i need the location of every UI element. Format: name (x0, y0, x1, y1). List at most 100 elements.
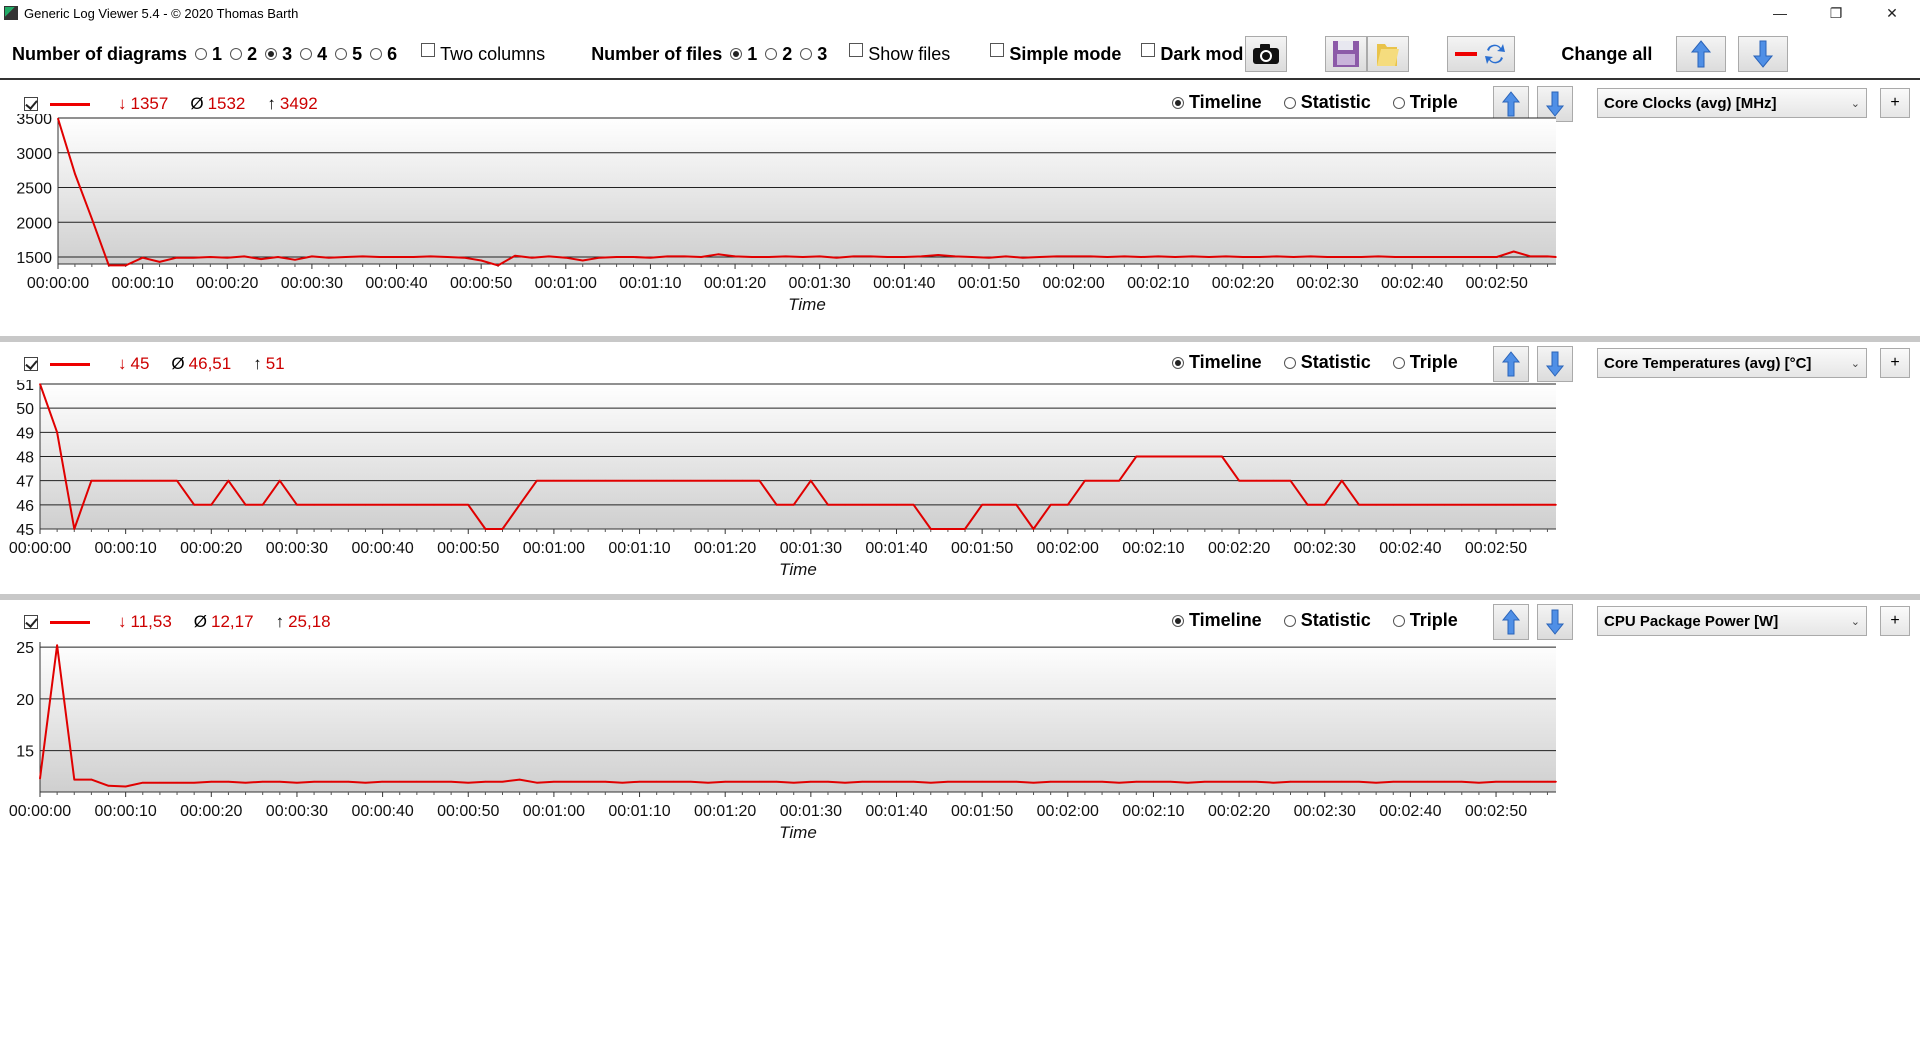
radio-label: Triple (1409, 610, 1458, 630)
x-tick-label: 00:02:20 (1212, 275, 1274, 292)
radio-dot[interactable] (1283, 96, 1296, 109)
radio-dot[interactable] (370, 48, 383, 60)
save-button[interactable] (1325, 36, 1368, 72)
data-point (741, 780, 744, 783)
restore-button[interactable]: ❐ (1808, 0, 1864, 26)
data-point (227, 780, 230, 783)
max-value: ↑ 51 (253, 354, 284, 374)
data-point (518, 504, 521, 506)
minimize-button[interactable]: — (1752, 0, 1808, 26)
chart-1[interactable]: 1500 2000 2500 3000 3500 00:00:00 00:00:10 00:0… (0, 114, 1920, 340)
two-columns-checkbox[interactable]: Two columns (421, 43, 545, 65)
move-up-button[interactable] (1493, 346, 1529, 382)
radio-dot[interactable] (230, 48, 243, 60)
radio-dot[interactable] (1172, 96, 1184, 109)
radio-dot[interactable] (1392, 614, 1405, 627)
move-up-button[interactable] (1493, 604, 1529, 640)
checkbox-box[interactable] (849, 43, 864, 57)
close-button[interactable]: ✕ (1864, 0, 1920, 26)
data-point (467, 504, 470, 506)
series-color-swatch[interactable] (50, 620, 90, 624)
line-style-button[interactable] (1447, 36, 1516, 72)
view-radio-statistic[interactable]: Statistic (1283, 352, 1371, 373)
checkbox-box[interactable] (1141, 43, 1156, 57)
radio-dot[interactable] (335, 48, 348, 60)
radio-label: Timeline (1189, 352, 1262, 372)
data-point (227, 479, 230, 482)
data-point (1443, 780, 1446, 783)
data-point (1323, 504, 1326, 506)
x-tick-label: 00:00:50 (437, 540, 499, 557)
radio-dot[interactable] (1283, 614, 1296, 627)
series-color-swatch[interactable] (50, 362, 90, 366)
data-point (751, 256, 753, 258)
files-radio-2[interactable]: 2 (765, 44, 792, 65)
series-color-swatch[interactable] (50, 102, 90, 106)
open-folder-button[interactable] (1367, 36, 1410, 72)
series-visible-checkbox[interactable] (24, 615, 38, 629)
data-point (690, 479, 692, 482)
diagrams-radio-2[interactable]: 2 (230, 44, 257, 65)
radio-dot[interactable] (1283, 356, 1296, 369)
data-point (581, 259, 584, 262)
screenshot-button[interactable] (1245, 36, 1288, 72)
radio-dot[interactable] (1392, 96, 1405, 109)
line-swap-icon (1455, 44, 1506, 64)
simple-mode-checkbox[interactable]: Simple mode (990, 43, 1121, 65)
view-radio-statistic[interactable]: Statistic (1283, 92, 1371, 113)
move-down-button[interactable] (1537, 346, 1573, 382)
diagrams-radio-6[interactable]: 6 (370, 44, 397, 65)
data-point (467, 781, 470, 784)
data-point (108, 264, 110, 267)
radio-dot[interactable] (195, 48, 208, 60)
move-all-down-button[interactable] (1738, 36, 1789, 72)
data-point (827, 780, 829, 783)
view-radio-timeline[interactable]: Timeline (1172, 610, 1262, 631)
checkbox-box[interactable] (421, 43, 436, 57)
data-point (74, 172, 76, 175)
sensor-select[interactable]: Core Temperatures (avg) [°C] ⌄ (1597, 348, 1867, 378)
radio-dot[interactable] (300, 48, 313, 60)
chart-3[interactable]: 15 20 25 00:00:00 00:00:10 00:00:20 00:00:30 00… (0, 638, 1920, 860)
show-files-checkbox[interactable]: Show files (849, 43, 950, 65)
data-point (1221, 780, 1223, 783)
radio-dot[interactable] (730, 48, 743, 60)
diagrams-radio-5[interactable]: 5 (335, 44, 362, 65)
data-point (294, 259, 296, 261)
diagrams-radio-3[interactable]: 3 (265, 44, 292, 65)
diagrams-radio-1[interactable]: 1 (195, 44, 222, 65)
add-series-button[interactable]: + (1880, 348, 1910, 378)
radio-dot[interactable] (1392, 356, 1405, 369)
series-visible-checkbox[interactable] (24, 357, 38, 371)
max-value-text: 25,18 (288, 612, 331, 631)
files-radio-3[interactable]: 3 (800, 44, 827, 65)
radio-dot[interactable] (265, 48, 278, 60)
view-radio-triple[interactable]: Triple (1392, 92, 1458, 113)
x-tick-label: 00:01:20 (694, 540, 756, 557)
radio-dot[interactable] (1172, 614, 1184, 627)
data-point (1495, 504, 1497, 506)
view-radio-timeline[interactable]: Timeline (1172, 352, 1262, 373)
view-radio-triple[interactable]: Triple (1392, 610, 1458, 631)
dark-mode-checkbox[interactable]: Dark mod (1141, 43, 1243, 65)
checkbox-box[interactable] (990, 43, 1005, 57)
data-point (1118, 781, 1120, 784)
diagrams-radio-4[interactable]: 4 (300, 44, 327, 65)
view-radio-triple[interactable]: Triple (1392, 352, 1458, 373)
x-tick-label: 00:02:50 (1465, 540, 1527, 557)
view-radio-statistic[interactable]: Statistic (1283, 610, 1371, 631)
move-all-up-button[interactable] (1676, 36, 1727, 72)
radio-dot[interactable] (765, 48, 778, 60)
view-radio-timeline[interactable]: Timeline (1172, 92, 1262, 113)
chart-2[interactable]: 45 46 47 48 49 50 51 00:00:00 00:00:10 00:00:20 00… (0, 380, 1920, 598)
radio-dot[interactable] (1172, 356, 1184, 369)
x-axis-label: Time (779, 560, 817, 579)
radio-dot[interactable] (800, 48, 813, 60)
add-series-button[interactable]: + (1880, 606, 1910, 636)
move-down-button[interactable] (1537, 604, 1573, 640)
series-visible-checkbox[interactable] (24, 97, 38, 111)
data-point (1358, 780, 1360, 783)
files-radio-1[interactable]: 1 (730, 44, 757, 65)
data-point (1546, 255, 1549, 258)
sensor-select[interactable]: CPU Package Power [W] ⌄ (1597, 606, 1867, 636)
